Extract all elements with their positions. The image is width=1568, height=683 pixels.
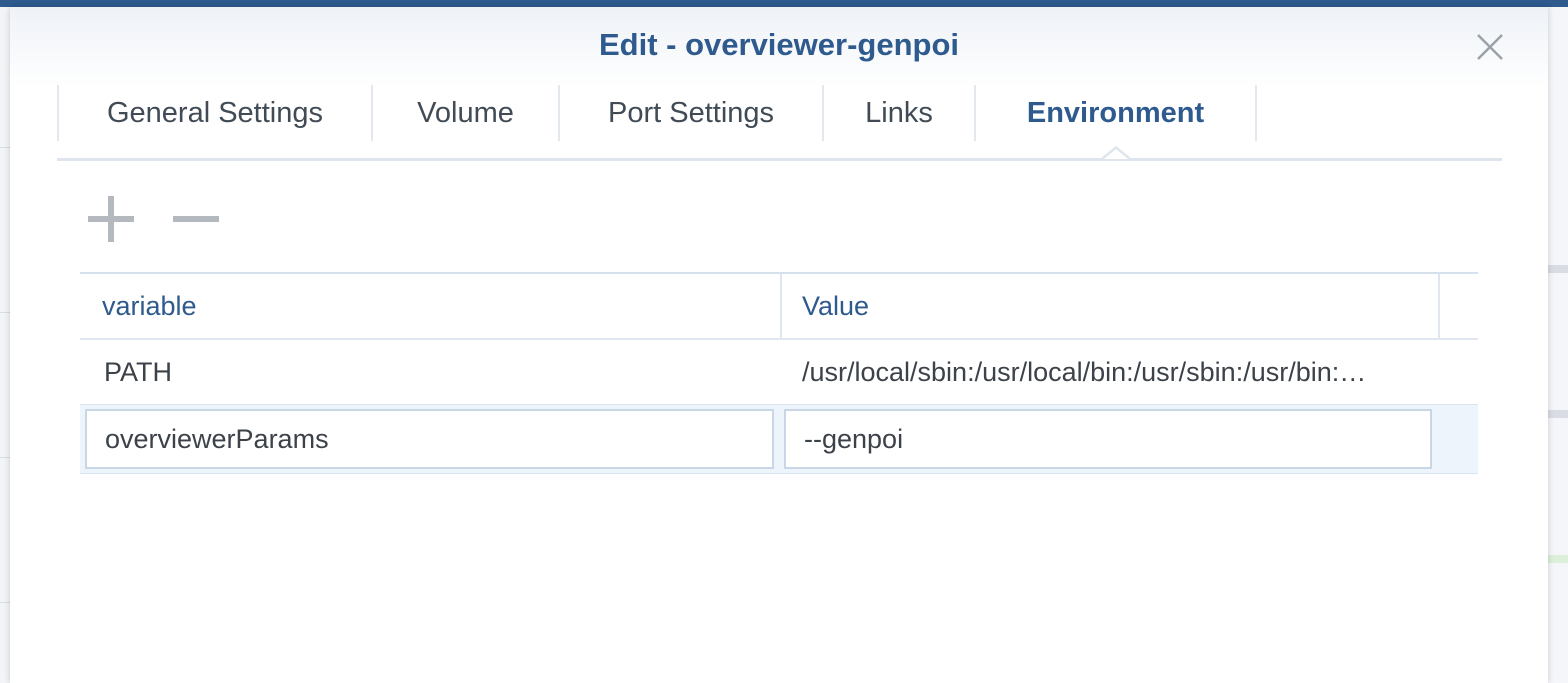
background-window-left	[0, 7, 10, 683]
grid-header: variable Value	[80, 274, 1478, 340]
column-separator	[1438, 274, 1440, 338]
tab-separator	[1255, 85, 1257, 141]
background-divider	[0, 312, 10, 313]
value-cell: /usr/local/sbin:/usr/local/bin:/usr/sbin…	[802, 357, 1367, 387]
background-divider	[0, 147, 10, 148]
background-bar	[1548, 410, 1568, 418]
variable-cell: PATH	[104, 357, 173, 387]
tab-port-settings[interactable]: Port Settings	[560, 85, 822, 141]
value-input[interactable]	[784, 409, 1432, 469]
background-divider	[0, 457, 10, 458]
plus-icon	[88, 196, 134, 242]
background-bar	[1548, 265, 1568, 273]
variable-input[interactable]	[85, 409, 774, 469]
background-window-right	[1548, 7, 1568, 683]
close-icon	[1477, 34, 1503, 60]
column-header-value[interactable]: Value	[780, 274, 1438, 338]
tab-environment[interactable]: Environment	[976, 85, 1255, 141]
dialog-header: Edit - overviewer-genpoi	[10, 7, 1548, 87]
screen: Edit - overviewer-genpoi General Setting…	[0, 0, 1568, 683]
table-row-editing[interactable]	[80, 404, 1478, 474]
tab-general-settings[interactable]: General Settings	[59, 85, 371, 141]
tab-bar: General Settings Volume Port Settings Li…	[57, 85, 1502, 161]
remove-variable-button[interactable]	[170, 193, 222, 245]
close-button[interactable]	[1472, 29, 1508, 65]
add-variable-button[interactable]	[85, 193, 137, 245]
environment-grid: variable Value PATH /usr/local/sbin:/usr…	[80, 272, 1478, 474]
table-row[interactable]: PATH /usr/local/sbin:/usr/local/bin:/usr…	[80, 340, 1478, 404]
minus-icon	[173, 216, 219, 222]
dialog-title: Edit - overviewer-genpoi	[598, 27, 959, 62]
background-bar	[1548, 555, 1568, 563]
active-tab-pointer-inner	[1104, 149, 1128, 159]
tab-volume[interactable]: Volume	[373, 85, 558, 141]
top-accent-bar	[0, 0, 1568, 7]
background-divider	[0, 602, 10, 603]
tab-links[interactable]: Links	[824, 85, 974, 141]
edit-container-dialog: Edit - overviewer-genpoi General Setting…	[10, 7, 1548, 683]
column-header-variable[interactable]: variable	[80, 274, 780, 338]
